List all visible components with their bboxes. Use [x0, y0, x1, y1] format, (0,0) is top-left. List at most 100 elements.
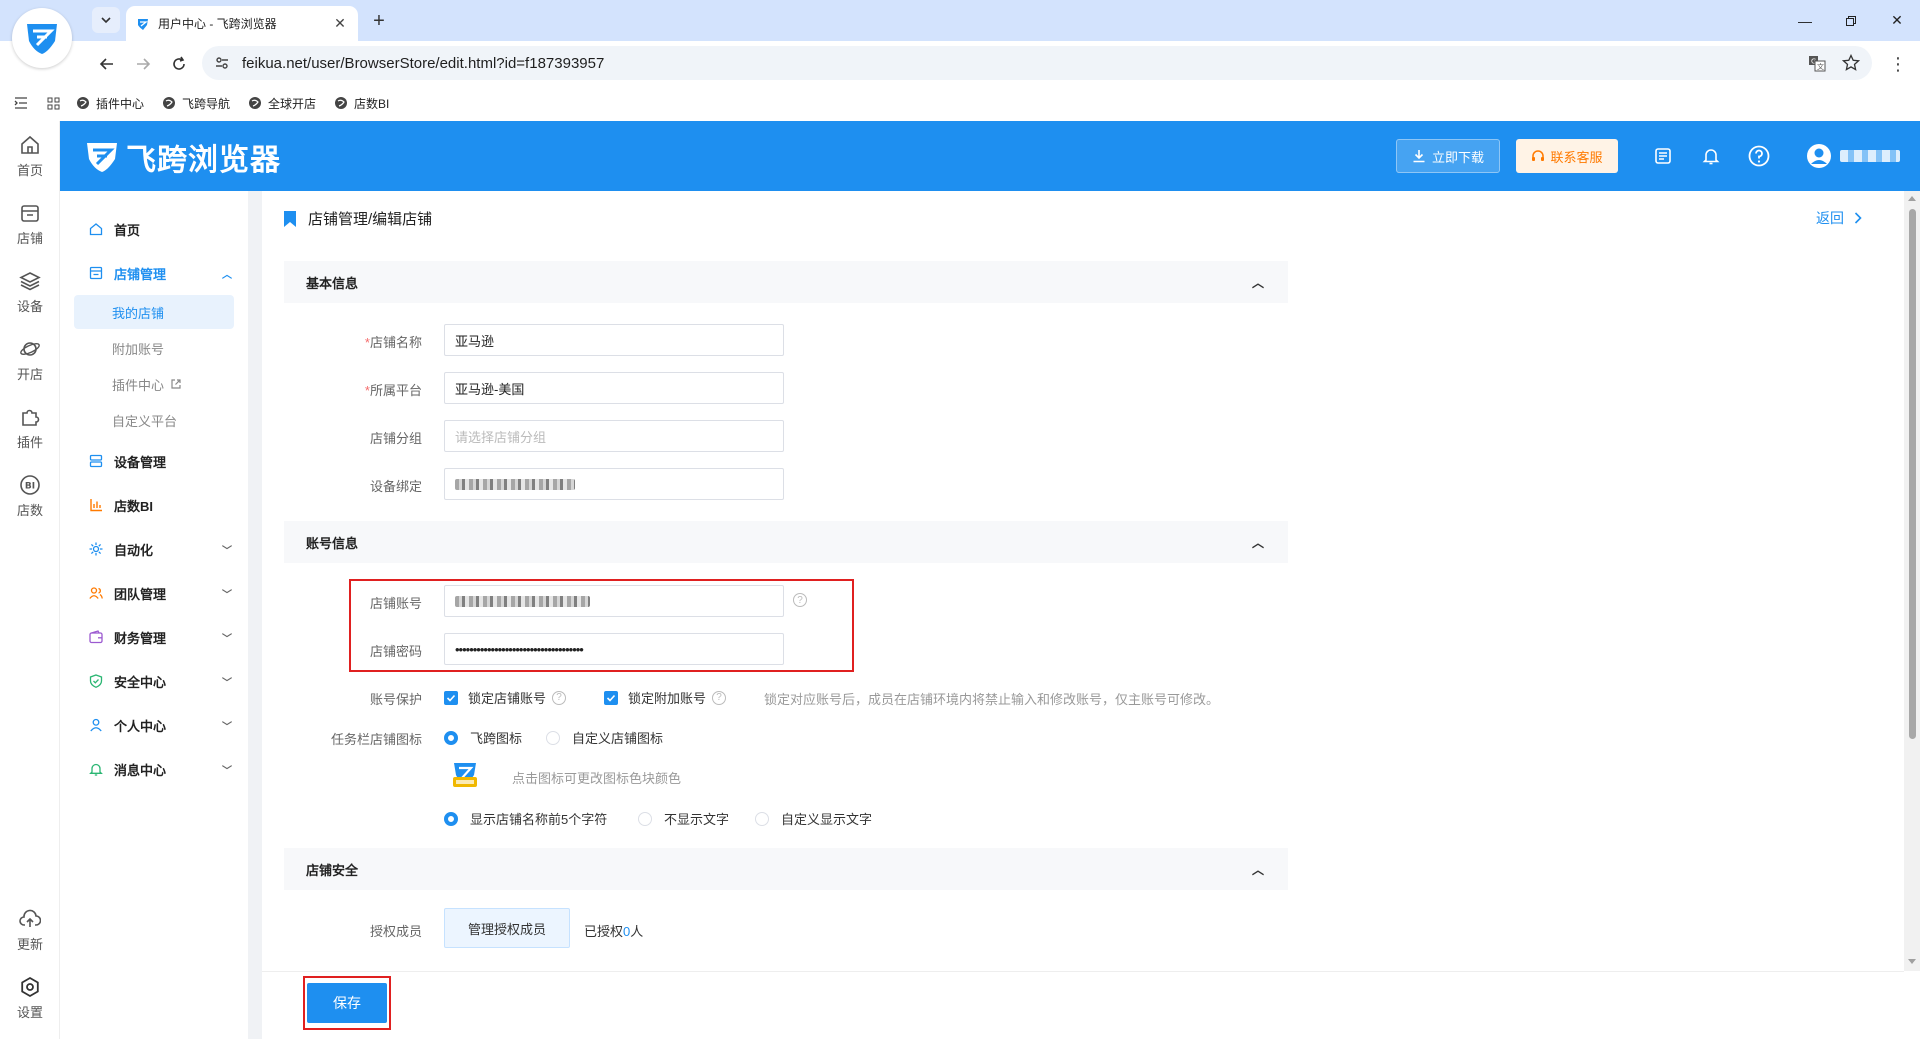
- back-button[interactable]: [94, 51, 120, 77]
- store-group-select[interactable]: 请选择店铺分组: [444, 420, 784, 452]
- minimize-button[interactable]: —: [1782, 0, 1828, 41]
- rail-item-update[interactable]: 更新: [0, 901, 60, 959]
- reload-button[interactable]: [166, 51, 192, 77]
- site-settings-icon[interactable]: [214, 55, 230, 71]
- bookmark-store-bi[interactable]: 店数BI: [334, 95, 389, 112]
- sidebar-item-automation[interactable]: 自动化 ﹀: [60, 531, 248, 567]
- sidebar-item-message-center[interactable]: 消息中心 ﹀: [60, 751, 248, 787]
- platform-input[interactable]: 亚马逊-美国: [444, 372, 784, 404]
- section-account-info[interactable]: 账号信息 ︿: [284, 521, 1288, 563]
- device-binding-input[interactable]: [444, 468, 784, 500]
- feikua-brand-icon: [87, 143, 117, 172]
- notes-icon[interactable]: [1652, 145, 1674, 167]
- new-tab-button[interactable]: +: [366, 8, 392, 34]
- app-header: 飞跨浏览器 立即下载 联系客服: [60, 121, 1920, 191]
- scrollbar-thumb[interactable]: [1909, 209, 1916, 739]
- help-icon[interactable]: ?: [552, 690, 567, 705]
- checkbox-checked-icon: [444, 690, 458, 705]
- sidebar-item-store-mgmt[interactable]: 店铺管理 ︿: [60, 255, 248, 291]
- reload-icon: [173, 56, 185, 70]
- sidebar-item-personal-center[interactable]: 个人中心 ﹀: [60, 707, 248, 743]
- store-password-input[interactable]: ••••••••••••••••••••••••••••••••••••: [444, 633, 784, 665]
- cloud-upload-icon: [19, 909, 41, 927]
- address-bar[interactable]: feikua.net/user/BrowserStore/edit.html?i…: [202, 46, 1872, 80]
- download-button[interactable]: 立即下载: [1396, 139, 1500, 173]
- rail-item-store[interactable]: 店铺: [0, 195, 60, 253]
- restore-button[interactable]: [1828, 0, 1874, 41]
- user-icon: [88, 717, 104, 733]
- browser-menu-icon[interactable]: ⋮: [1888, 53, 1908, 75]
- scroll-down-arrow[interactable]: [1908, 959, 1916, 964]
- rail-item-settings[interactable]: 设置: [0, 969, 60, 1027]
- sidebar-item-team-mgmt[interactable]: 团队管理 ﹀: [60, 575, 248, 611]
- tab-search-button[interactable]: [92, 7, 120, 33]
- contact-service-button[interactable]: 联系客服: [1516, 139, 1618, 173]
- store-taskbar-icon-preview[interactable]: [452, 761, 478, 789]
- sidebar-item-store-bi[interactable]: 店数BI: [60, 487, 248, 523]
- content-scrollbar[interactable]: [1904, 191, 1920, 971]
- brand-logo[interactable]: 飞跨浏览器: [84, 135, 281, 179]
- bookmark-star-icon[interactable]: [1842, 54, 1860, 72]
- rail-item-home[interactable]: 首页: [0, 127, 60, 185]
- rail-item-device[interactable]: 设备: [0, 263, 60, 321]
- bookmark-global-store[interactable]: 全球开店: [248, 95, 316, 112]
- radio-show-first5[interactable]: 显示店铺名称前5个字符: [444, 809, 607, 828]
- sidebar-sub-custom-platform[interactable]: 自定义平台: [74, 403, 234, 437]
- chevron-down-icon: ﹀: [222, 545, 232, 557]
- svg-text:文: 文: [1817, 62, 1824, 71]
- rail-item-open-store[interactable]: 开店: [0, 331, 60, 389]
- feikua-favicon-icon: [138, 18, 148, 30]
- rail-item-store-bi[interactable]: BI 店数: [0, 467, 60, 525]
- globe-icon: [249, 97, 262, 109]
- url-text: feikua.net/user/BrowserStore/edit.html?i…: [242, 54, 605, 72]
- store-account-input[interactable]: [444, 585, 784, 617]
- tab-close-icon[interactable]: ✕: [332, 15, 348, 32]
- section-store-security[interactable]: 店铺安全 ︿: [284, 848, 1288, 890]
- lock-extra-account-checkbox[interactable]: 锁定附加账号 ?: [604, 688, 727, 707]
- lock-store-account-checkbox[interactable]: 锁定店铺账号 ?: [444, 688, 567, 707]
- radio-no-text[interactable]: 不显示文字: [638, 809, 729, 828]
- browser-tab-active[interactable]: 用户中心 - 飞跨浏览器 ✕: [126, 6, 358, 41]
- shield-check-icon: [88, 673, 104, 689]
- radio-selected-icon: [444, 811, 458, 826]
- sidebar-menu: 首页 店铺管理 ︿ 我的店铺 附加账号 插件中心 自定义平台 设备管理 店数BI…: [60, 191, 248, 1039]
- chevron-up-icon[interactable]: ︿: [1252, 861, 1264, 878]
- help-icon[interactable]: ?: [793, 593, 807, 607]
- radio-custom-text[interactable]: 自定义显示文字: [755, 809, 872, 828]
- sidebar-item-finance-mgmt[interactable]: 财务管理 ﹀: [60, 619, 248, 655]
- sidebar-toggle-icon[interactable]: [12, 97, 30, 109]
- help-circle-icon[interactable]: [1748, 145, 1770, 167]
- main-content: 店铺管理/编辑店铺 返回 基本信息 ︿ *店铺名称 亚马逊 *所属平台 亚马逊-…: [262, 191, 1904, 971]
- bell-icon[interactable]: [1700, 145, 1722, 167]
- close-window-button[interactable]: ✕: [1874, 0, 1920, 41]
- home-icon: [21, 135, 39, 154]
- sidebar-item-device-mgmt[interactable]: 设备管理: [60, 443, 248, 479]
- section-basic-info[interactable]: 基本信息 ︿: [284, 261, 1288, 303]
- store-password-label: 店铺密码: [369, 644, 422, 659]
- sidebar-item-home[interactable]: 首页: [60, 211, 248, 247]
- apps-grid-icon[interactable]: [44, 97, 62, 110]
- store-name-input[interactable]: 亚马逊: [444, 324, 784, 356]
- forward-button[interactable]: [130, 51, 156, 77]
- rail-item-plugin[interactable]: 插件: [0, 399, 60, 457]
- save-button[interactable]: 保存: [307, 983, 387, 1023]
- sidebar-sub-my-store[interactable]: 我的店铺: [74, 295, 234, 329]
- username-blurred[interactable]: [1840, 150, 1900, 162]
- back-link[interactable]: 返回: [1816, 208, 1862, 228]
- user-avatar-icon[interactable]: [1806, 143, 1832, 169]
- translate-icon[interactable]: G文: [1808, 54, 1826, 72]
- bookmark-feikua-nav[interactable]: 飞跨导航: [162, 95, 230, 112]
- manage-auth-members-button[interactable]: 管理授权成员: [444, 908, 570, 948]
- radio-feikua-icon[interactable]: 飞跨图标: [444, 728, 522, 747]
- sidebar-sub-extra-account[interactable]: 附加账号: [74, 331, 234, 365]
- chevron-up-icon[interactable]: ︿: [1252, 534, 1264, 551]
- chevron-up-icon[interactable]: ︿: [1252, 274, 1264, 291]
- sidebar-sub-plugin-center[interactable]: 插件中心: [74, 367, 234, 401]
- radio-custom-icon[interactable]: 自定义店铺图标: [546, 728, 663, 747]
- users-icon: [88, 585, 104, 601]
- sidebar-item-security-center[interactable]: 安全中心 ﹀: [60, 663, 248, 699]
- bookmark-plugin-center[interactable]: 插件中心: [76, 95, 144, 112]
- help-icon[interactable]: ?: [712, 690, 727, 705]
- scroll-up-arrow[interactable]: [1908, 196, 1916, 201]
- radio-unselected-icon: [755, 811, 769, 826]
